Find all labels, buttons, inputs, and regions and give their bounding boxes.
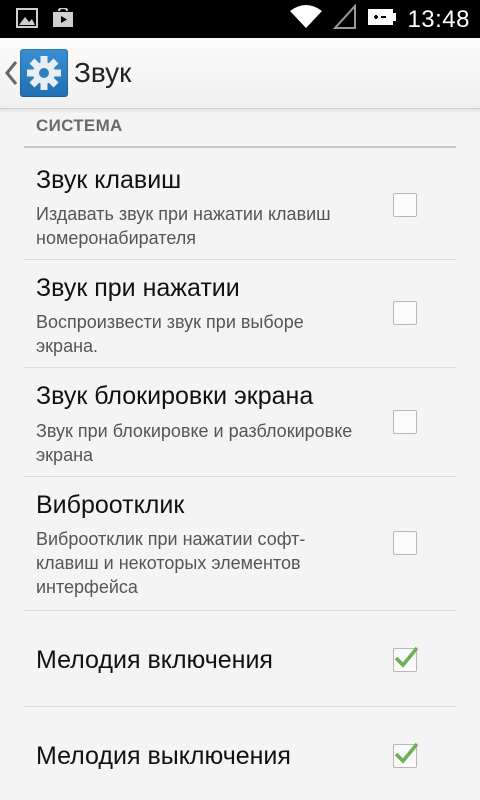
pref-power-on-melody[interactable]: Мелодия включения: [24, 611, 456, 707]
pref-touch-sound[interactable]: Звук при нажатии Воспроизвести звук при …: [24, 260, 456, 368]
pref-title: Звук блокировки экрана: [36, 382, 314, 410]
pref-summary: Виброотклик при нажатии софт-клавиш и не…: [36, 529, 306, 597]
pref-checkbox[interactable]: [393, 410, 417, 434]
pref-title: Виброотклик: [36, 491, 185, 519]
pref-summary: Звук при блокировке и разблокировке экра…: [36, 421, 353, 465]
settings-gear-icon[interactable]: [20, 49, 68, 97]
pref-title: Звук клавиш: [36, 166, 182, 194]
pref-summary: Издавать звук при нажатии клавиш номерон…: [36, 204, 331, 248]
pref-checkbox[interactable]: [393, 301, 417, 325]
pref-checkbox-checked[interactable]: [393, 742, 419, 768]
pref-title: Звук при нажатии: [36, 274, 240, 302]
wifi-icon: [289, 4, 323, 35]
pref-summary: Воспроизвести звук при выборе экрана.: [36, 312, 304, 356]
checkmark-icon: [394, 742, 419, 764]
pref-title: Мелодия включения: [36, 646, 273, 674]
pref-lock-sound[interactable]: Звук блокировки экрана Звук при блокиров…: [24, 368, 456, 477]
back-chevron-icon[interactable]: [4, 60, 18, 86]
pref-haptic[interactable]: Виброотклик Виброотклик при нажатии софт…: [24, 477, 456, 611]
pref-checkbox[interactable]: [393, 193, 417, 217]
pref-checkbox[interactable]: [393, 531, 417, 555]
checkmark-icon: [394, 646, 419, 668]
settings-list: СИСТЕМА Звук клавиш Издавать звук при на…: [0, 108, 480, 800]
signal-icon: [333, 3, 357, 35]
image-icon: [16, 8, 38, 33]
page-title: Звук: [74, 57, 132, 88]
action-bar: Звук: [0, 38, 480, 109]
pref-title: Мелодия выключения: [36, 742, 291, 770]
battery-icon: [367, 7, 397, 32]
pref-checkbox-checked[interactable]: [393, 646, 419, 672]
play-store-icon: [52, 6, 74, 33]
pref-power-off-melody[interactable]: Мелодия выключения: [24, 707, 456, 800]
section-divider: [24, 146, 456, 148]
pref-key-sound[interactable]: Звук клавиш Издавать звук при нажатии кл…: [24, 150, 456, 260]
clock: 13:48: [407, 5, 470, 33]
section-header: СИСТЕМА: [36, 116, 123, 135]
status-bar: 13:48: [0, 0, 480, 38]
